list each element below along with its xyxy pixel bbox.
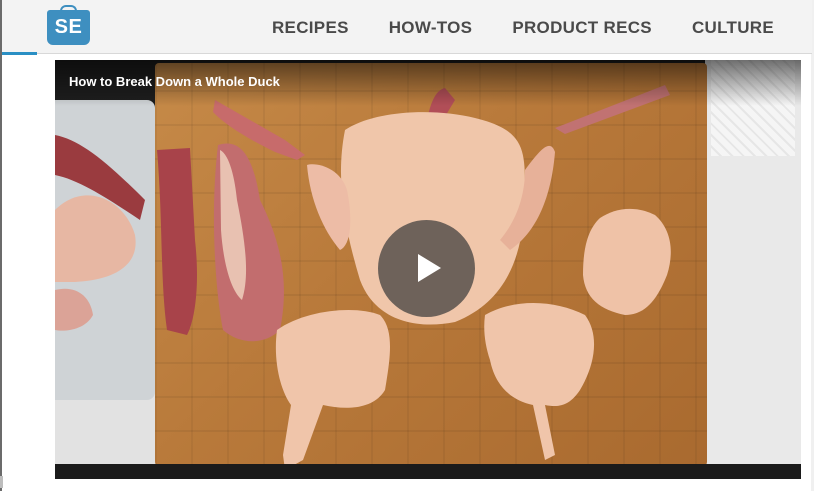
nav-culture[interactable]: CULTURE (692, 18, 774, 38)
nav-how-tos[interactable]: HOW-TOS (389, 18, 473, 38)
video-title: How to Break Down a Whole Duck (69, 74, 280, 89)
site-header: SE RECIPES HOW-TOS PRODUCT RECS CULTURE (2, 0, 812, 55)
nav-product-recs[interactable]: PRODUCT RECS (512, 18, 652, 38)
edge-nub (0, 476, 3, 488)
header-accent-line (2, 52, 37, 55)
main-nav: RECIPES HOW-TOS PRODUCT RECS CULTURE (272, 18, 774, 38)
play-icon[interactable] (378, 220, 475, 317)
logo-text: SE (54, 16, 83, 38)
video-bottom-bar (55, 464, 801, 479)
site-logo[interactable]: SE (47, 5, 90, 45)
left-edge (0, 0, 3, 491)
video-player[interactable]: How to Break Down a Whole Duck (55, 60, 801, 479)
nav-recipes[interactable]: RECIPES (272, 18, 349, 38)
